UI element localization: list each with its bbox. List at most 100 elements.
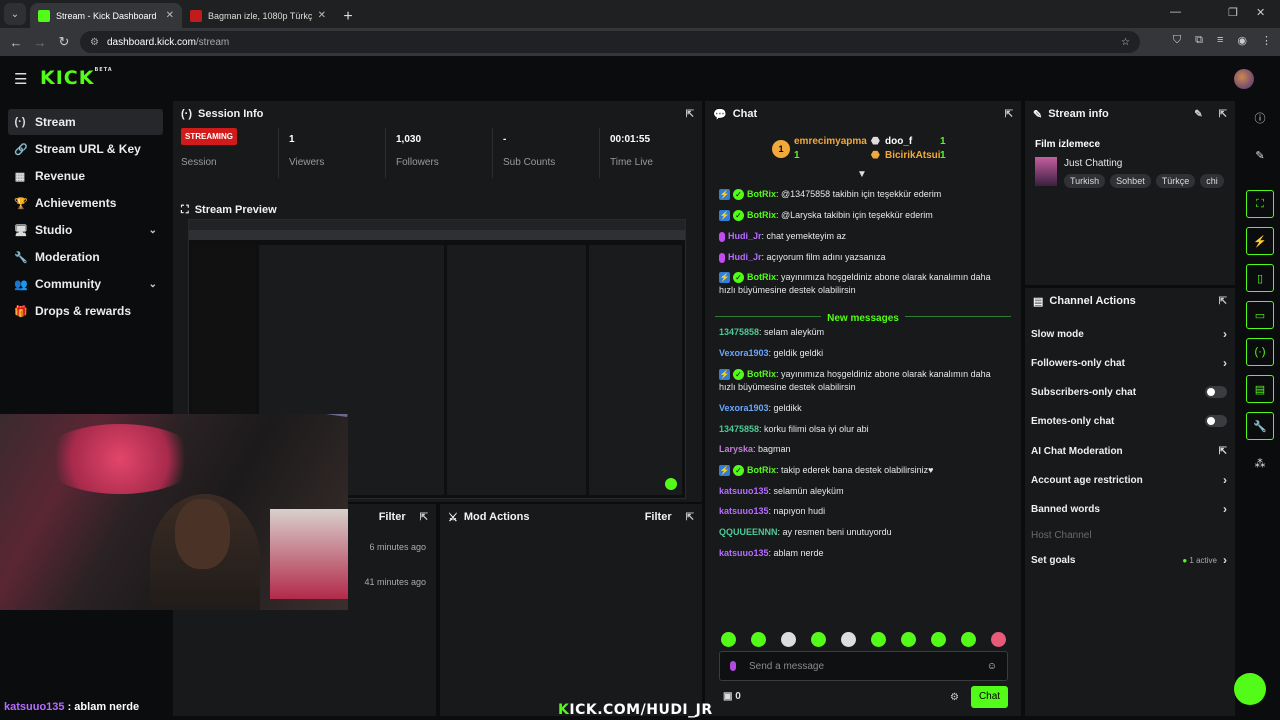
document-icon[interactable]: ▯: [1246, 264, 1274, 292]
emote-icon[interactable]: [961, 632, 976, 647]
chat-message[interactable]: Vexora1903: geldikk: [719, 402, 1009, 415]
chat-username[interactable]: BotRix: [747, 189, 776, 199]
chat-message[interactable]: ⚡ ✓ BotRix: @13475858 takibin için teşekkü…: [719, 188, 1009, 201]
chat-username[interactable]: BotRix: [747, 465, 776, 475]
stream-tag[interactable]: Sohbet: [1110, 174, 1151, 188]
chat-username[interactable]: Vexora1903: [719, 403, 769, 413]
site-info-icon[interactable]: ⚙: [90, 37, 99, 48]
popout-icon[interactable]: ⇱: [686, 512, 694, 523]
channel-action-emotes-only-chat[interactable]: Emotes-only chat: [1031, 413, 1227, 429]
sidebar-item-revenue[interactable]: ▦ Revenue: [8, 163, 163, 189]
channel-points[interactable]: ▣ 0: [723, 691, 741, 702]
emote-icon[interactable]: [991, 632, 1006, 647]
edit-icon[interactable]: ✎: [1246, 141, 1274, 169]
sidebar-item-drops-rewards[interactable]: 🎁 Drops & rewards: [8, 298, 163, 324]
close-tab-icon[interactable]: ✕: [318, 10, 326, 21]
chat-username[interactable]: BotRix: [747, 272, 776, 282]
channel-action-set-goals[interactable]: Set goals ● 1 active ›: [1031, 552, 1227, 568]
stream-tag[interactable]: Türkçe: [1155, 174, 1196, 188]
new-messages-divider[interactable]: New messages: [715, 313, 1011, 328]
chevron-right-icon[interactable]: ›: [1223, 553, 1227, 567]
toggle-switch[interactable]: [1205, 415, 1227, 427]
emote-icon[interactable]: [811, 632, 826, 647]
profile-icon[interactable]: ◉: [1237, 34, 1247, 47]
channel-action-subscribers-only-chat[interactable]: Subscribers-only chat: [1031, 384, 1227, 400]
mod-filter-button[interactable]: Filter: [645, 511, 672, 523]
menu-icon[interactable]: ☰: [14, 70, 27, 88]
chat-message-input[interactable]: Send a message ☺: [719, 651, 1008, 681]
edit-icon[interactable]: ✎: [1194, 109, 1202, 120]
chevron-down-icon[interactable]: ⌄: [149, 279, 157, 290]
chat-message[interactable]: katsuuo135: napıyon hudi: [719, 505, 1009, 518]
chat-username[interactable]: Laryska: [719, 444, 753, 454]
chat-username[interactable]: QQUUEENNN: [719, 527, 778, 537]
kick-logo[interactable]: KICKBETA: [40, 67, 113, 89]
close-tab-icon[interactable]: ✕: [166, 10, 174, 21]
chevron-down-icon[interactable]: ⌄: [149, 225, 157, 236]
emote-icon[interactable]: [721, 632, 736, 647]
stream-tag[interactable]: chi: [1200, 174, 1224, 188]
chat-username[interactable]: katsuuo135: [719, 548, 769, 558]
chat-username[interactable]: Hudi_Jr: [728, 231, 762, 241]
lightning-icon[interactable]: ⚡: [1246, 227, 1274, 255]
chat-message[interactable]: Vexora1903: geldik geldki: [719, 347, 1009, 360]
emote-icon[interactable]: [751, 632, 766, 647]
channel-action-slow-mode[interactable]: Slow mode ›: [1031, 326, 1227, 342]
sidebar-item-community[interactable]: 👥 Community ⌄: [8, 271, 163, 297]
chat-username[interactable]: katsuuo135: [719, 506, 769, 516]
chat-message[interactable]: ⚡ ✓ BotRix: yayınımıza hoşgeldiniz abone o…: [719, 271, 1009, 297]
sidebar-item-stream-url-key[interactable]: 🔗 Stream URL & Key: [8, 136, 163, 162]
chevron-right-icon[interactable]: ›: [1223, 327, 1227, 341]
chat-username[interactable]: BotRix: [747, 210, 776, 220]
chevron-right-icon[interactable]: ›: [1223, 473, 1227, 487]
popout-icon[interactable]: ⇱: [1219, 109, 1227, 120]
reload-icon[interactable]: ↻: [52, 34, 76, 50]
stream-tag[interactable]: Turkish: [1064, 174, 1106, 188]
chat-username[interactable]: BotRix: [747, 369, 776, 379]
chat-username[interactable]: 13475858: [719, 424, 759, 434]
emote-icon[interactable]: [871, 632, 886, 647]
sidebar-item-achievements[interactable]: 🏆 Achievements: [8, 190, 163, 216]
sidebar-item-moderation[interactable]: 🔧 Moderation: [8, 244, 163, 270]
chat-send-button[interactable]: Chat: [971, 686, 1008, 708]
emoji-icon[interactable]: ☺: [987, 661, 997, 672]
close-window-icon[interactable]: ✕: [1256, 6, 1265, 19]
chat-message[interactable]: katsuuo135: selamün aleyküm: [719, 485, 1009, 498]
emote-icon[interactable]: [901, 632, 916, 647]
chat-settings-icon[interactable]: ⚙: [950, 692, 959, 703]
chat-message[interactable]: ⚡ ✓ BotRix: yayınımıza hoşgeldiniz abone o…: [719, 368, 1009, 394]
voice-icon[interactable]: [730, 661, 736, 671]
puzzle-extension-icon[interactable]: ⧉: [1195, 34, 1203, 47]
channel-action-account-age-restriction[interactable]: Account age restriction ›: [1031, 472, 1227, 488]
chat-message[interactable]: Hudi_Jr: chat yemekteyim az: [719, 230, 1009, 243]
chat-username[interactable]: katsuuo135: [719, 486, 769, 496]
info-icon[interactable]: ⓘ: [1246, 104, 1274, 132]
sidebar-item-stream[interactable]: (·) Stream: [8, 109, 163, 135]
channel-action-followers-only-chat[interactable]: Followers-only chat ›: [1031, 355, 1227, 371]
emote-icon[interactable]: [781, 632, 796, 647]
chevron-right-icon[interactable]: ›: [1223, 502, 1227, 516]
chat-username[interactable]: 13475858: [719, 327, 759, 337]
popout-icon[interactable]: ⇱: [1005, 109, 1013, 120]
new-tab-button[interactable]: +: [338, 6, 358, 28]
chat-message[interactable]: katsuuo135: ablam nerde: [719, 547, 1009, 560]
activity-filter-button[interactable]: Filter: [379, 511, 406, 523]
channel-action-banned-words[interactable]: Banned words ›: [1031, 501, 1227, 517]
emote-icon[interactable]: [841, 632, 856, 647]
layout-icon[interactable]: ▤: [1246, 375, 1274, 403]
browser-menu-icon[interactable]: ⋮: [1261, 34, 1272, 47]
chat-message[interactable]: Hudi_Jr: açıyorum film adını yazsanıza: [719, 251, 1009, 264]
chat-username[interactable]: Hudi_Jr: [728, 252, 762, 262]
media-control-icon[interactable]: ≡: [1217, 34, 1223, 47]
toggle-switch[interactable]: [1205, 386, 1227, 398]
back-icon[interactable]: ←: [4, 35, 28, 50]
chat-message[interactable]: Laryska: bagman: [719, 443, 1009, 456]
user-avatar[interactable]: [1234, 69, 1254, 89]
maximize-icon[interactable]: ❐: [1228, 6, 1238, 19]
clip-icon[interactable]: ⛶: [1246, 190, 1274, 218]
shield-extension-icon[interactable]: ⛉: [1173, 34, 1181, 47]
emote-icon[interactable]: [931, 632, 946, 647]
minimize-icon[interactable]: —: [1170, 6, 1181, 18]
chat-bubble-icon[interactable]: ▭: [1246, 301, 1274, 329]
browser-tab-bagman[interactable]: Bagman izle, 1080p Türkçe Alty ✕: [182, 3, 334, 28]
